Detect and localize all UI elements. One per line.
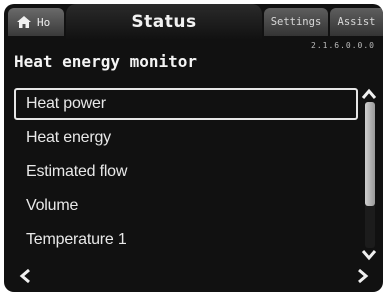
tab-settings[interactable]: Settings [264,8,328,36]
tab-assist-label: Assist [337,16,376,28]
scrollbar[interactable] [365,102,375,248]
list-item-label: Volume [26,197,79,214]
tab-home-label: Ho [37,15,51,29]
list-item-label: Estimated flow [26,163,128,180]
menu-list: Heat power Heat energy Estimated flow Vo… [14,88,358,260]
page-title: Heat energy monitor [14,52,198,71]
scrollbar-thumb[interactable] [365,102,375,206]
chevron-up-icon[interactable] [361,88,377,100]
tab-status-label: Status [131,12,197,32]
tab-settings-label: Settings [270,16,322,28]
list-item-heat-power[interactable]: Heat power [14,88,358,120]
list-item-temperature-1[interactable]: Temperature 1 [14,224,358,256]
list-item-label: Heat power [26,95,106,112]
tab-home[interactable]: Ho [8,8,64,36]
list-item-volume[interactable]: Volume [14,190,358,222]
device-screen: Ho Status Settings Assist 2.1.6.0.0.0 He… [4,4,383,292]
tab-strip: Ho Status Settings Assist [4,4,383,40]
chevron-down-icon[interactable] [361,249,377,261]
list-item-label: Temperature 1 [26,231,127,248]
chevron-right-icon[interactable] [356,268,370,284]
tab-status[interactable]: Status [66,4,262,40]
home-icon [16,15,37,29]
list-item-estimated-flow[interactable]: Estimated flow [14,156,358,188]
chevron-left-icon[interactable] [18,268,32,284]
version-number: 2.1.6.0.0.0 [311,41,375,50]
list-item-heat-energy[interactable]: Heat energy [14,122,358,154]
list-item-label: Heat energy [26,129,111,146]
tab-assist[interactable]: Assist [330,8,383,36]
